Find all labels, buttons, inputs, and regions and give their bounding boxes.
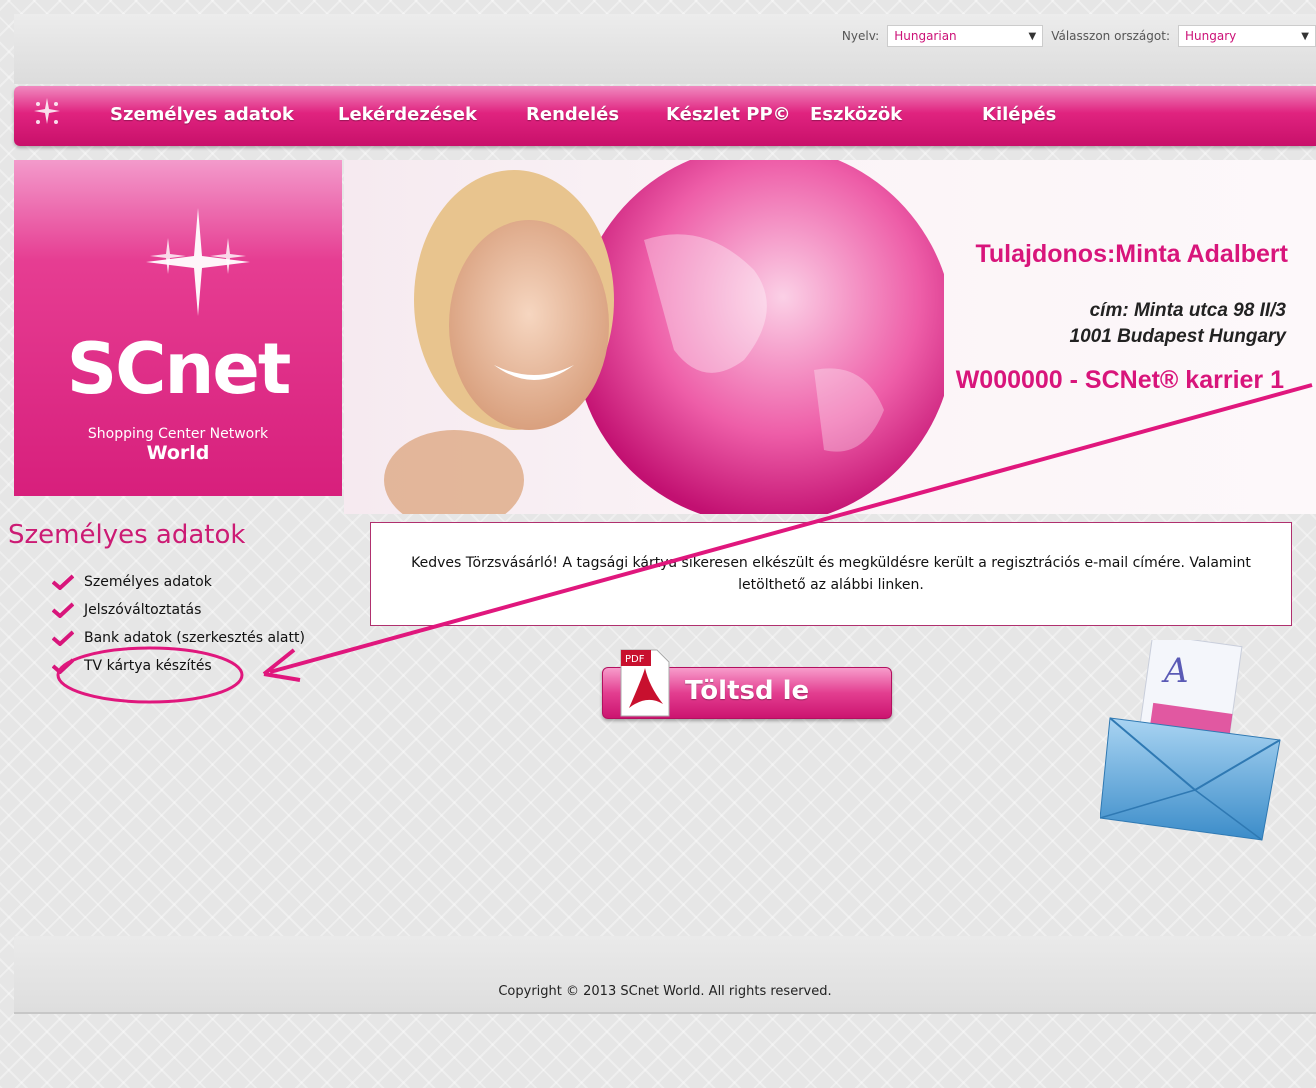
sidebar-item-personal-data[interactable]: Személyes adatok bbox=[52, 568, 305, 596]
chevron-down-icon: ▼ bbox=[1028, 30, 1037, 42]
checkmark-icon bbox=[52, 602, 74, 618]
nav-item-queries[interactable]: Lekérdezések bbox=[338, 104, 477, 125]
nav-item-order[interactable]: Rendelés bbox=[526, 104, 619, 125]
sidebar-menu: Személyes adatok Jelszóváltoztatás Bank … bbox=[52, 568, 305, 680]
logo-world: World bbox=[146, 442, 210, 464]
address-line1: cím: Minta utca 98 II/3 bbox=[1089, 300, 1286, 321]
checkmark-icon bbox=[52, 574, 74, 590]
checkmark-icon bbox=[52, 658, 74, 674]
sidebar-item-tv-card[interactable]: TV kártya készítés bbox=[52, 652, 305, 680]
svg-text:PDF: PDF bbox=[625, 654, 645, 665]
footer: Copyright © 2013 SCnet World. All rights… bbox=[14, 936, 1316, 1014]
nav-item-logout[interactable]: Kilépés bbox=[982, 104, 1056, 125]
language-value: Hungarian bbox=[894, 29, 957, 43]
country-label: Válasszon országot: bbox=[1051, 29, 1170, 43]
download-button[interactable]: PDF Töltsd le bbox=[602, 649, 892, 719]
logo-subtitle: Shopping Center Network bbox=[87, 426, 269, 442]
scnet-logo-panel: SCnet Shopping Center Network World bbox=[14, 160, 342, 496]
sidebar-item-label: Bank adatok (szerkesztés alatt) bbox=[84, 630, 305, 646]
envelope-icon: A bbox=[1100, 640, 1281, 841]
career-level: W000000 - SCNet® karrier 1 bbox=[955, 366, 1284, 394]
banner-image bbox=[384, 160, 944, 514]
svg-text:A: A bbox=[1161, 651, 1189, 691]
sidebar-item-label: Jelszóváltoztatás bbox=[84, 602, 202, 618]
logo-wordmark: SCnet bbox=[66, 328, 292, 410]
country-value: Hungary bbox=[1185, 29, 1237, 43]
sidebar-item-password-change[interactable]: Jelszóváltoztatás bbox=[52, 596, 305, 624]
language-country-selector: Nyelv: Hungarian ▼ Válasszon országot: H… bbox=[842, 24, 1316, 48]
star-logo-icon bbox=[34, 98, 60, 124]
owner-name: Tulajdonos:Minta Adalbert bbox=[975, 240, 1289, 268]
sidebar-item-bank-data[interactable]: Bank adatok (szerkesztés alatt) bbox=[52, 624, 305, 652]
success-notice: Kedves Törzsvásárló! A tagsági kártya si… bbox=[370, 522, 1292, 626]
sidebar-item-label: Személyes adatok bbox=[84, 574, 212, 590]
main-nav: Személyes adatok Lekérdezések Rendelés K… bbox=[14, 86, 1316, 146]
copyright-text: Copyright © 2013 SCnet World. All rights… bbox=[498, 984, 832, 999]
download-label: Töltsd le bbox=[685, 676, 810, 706]
nav-item-personal[interactable]: Személyes adatok bbox=[110, 104, 294, 125]
sparkle-logo-icon bbox=[146, 208, 250, 316]
address-line2: 1001 Budapest Hungary bbox=[1069, 326, 1286, 347]
sidebar-title: Személyes adatok bbox=[8, 520, 246, 550]
banner: Tulajdonos:Minta Adalbert cím: Minta utc… bbox=[344, 160, 1316, 514]
language-select[interactable]: Hungarian ▼ bbox=[887, 25, 1044, 47]
country-select[interactable]: Hungary ▼ bbox=[1178, 25, 1316, 47]
language-label: Nyelv: bbox=[841, 29, 880, 43]
nav-item-stock[interactable]: Készlet PP© bbox=[666, 104, 791, 125]
nav-item-tools[interactable]: Eszközök bbox=[810, 104, 902, 125]
pdf-icon: PDF bbox=[620, 649, 670, 717]
sidebar-item-label: TV kártya készítés bbox=[84, 658, 212, 674]
chevron-down-icon: ▼ bbox=[1301, 30, 1309, 42]
checkmark-icon bbox=[52, 630, 74, 646]
